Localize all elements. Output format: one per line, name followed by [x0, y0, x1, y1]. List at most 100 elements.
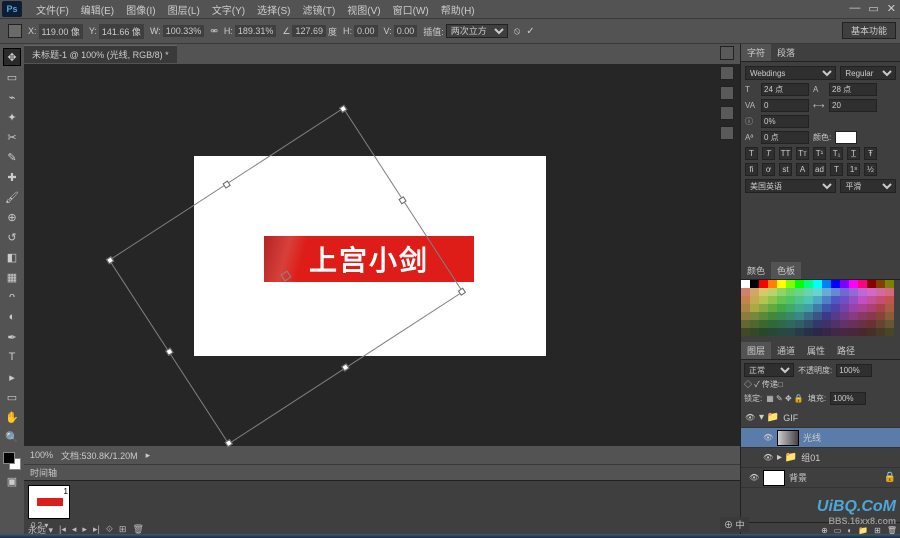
- swatch[interactable]: [849, 328, 858, 336]
- visibility-toggle[interactable]: 👁: [763, 453, 773, 463]
- swatch[interactable]: [858, 288, 867, 296]
- swatch[interactable]: [759, 320, 768, 328]
- fg-bg-colors[interactable]: [3, 452, 21, 470]
- swatch[interactable]: [813, 288, 822, 296]
- swatch[interactable]: [741, 296, 750, 304]
- font-size-input[interactable]: [761, 83, 809, 96]
- swatch[interactable]: [741, 288, 750, 296]
- swatch[interactable]: [777, 328, 786, 336]
- swatch[interactable]: [831, 328, 840, 336]
- menu-图层(L)[interactable]: 图层(L): [162, 2, 206, 17]
- pen-tool[interactable]: ✒: [3, 328, 21, 346]
- italic-button[interactable]: T: [762, 147, 775, 160]
- swatch[interactable]: [795, 328, 804, 336]
- swatch[interactable]: [885, 320, 894, 328]
- zoom-tool[interactable]: 🔍: [3, 428, 21, 446]
- swatch[interactable]: [759, 304, 768, 312]
- move-tool[interactable]: ✥: [3, 48, 21, 66]
- swatch[interactable]: [759, 296, 768, 304]
- swatch[interactable]: [741, 320, 750, 328]
- swatch[interactable]: [795, 280, 804, 288]
- swatch[interactable]: [750, 320, 759, 328]
- heal-tool[interactable]: ✚: [3, 168, 21, 186]
- document-tab[interactable]: 未标题-1 @ 100% (光线, RGB/8) *: [24, 45, 177, 63]
- swatch[interactable]: [741, 304, 750, 312]
- swatch[interactable]: [867, 304, 876, 312]
- dodge-tool[interactable]: ◐: [3, 308, 21, 326]
- wand-tool[interactable]: ✦: [3, 108, 21, 126]
- marquee-tool[interactable]: ▭: [3, 68, 21, 86]
- canvas[interactable]: 上宫小剑: [194, 156, 546, 356]
- swatch[interactable]: [849, 280, 858, 288]
- swatch[interactable]: [876, 280, 885, 288]
- swatch[interactable]: [813, 296, 822, 304]
- swatch[interactable]: [840, 280, 849, 288]
- visibility-toggle[interactable]: 👁: [745, 413, 755, 423]
- layer-item[interactable]: 👁▸ 📁组01: [741, 448, 900, 468]
- swatch[interactable]: [804, 304, 813, 312]
- swatch[interactable]: [759, 312, 768, 320]
- swatch[interactable]: [768, 304, 777, 312]
- swatch[interactable]: [804, 312, 813, 320]
- swatch[interactable]: [858, 320, 867, 328]
- opt-y[interactable]: 141.66 像: [99, 24, 144, 39]
- opt-h[interactable]: 189.31%: [235, 25, 277, 37]
- swatch[interactable]: [831, 280, 840, 288]
- swatch[interactable]: [759, 288, 768, 296]
- gradient-tool[interactable]: ▦: [3, 268, 21, 286]
- lang-select[interactable]: 美国英语: [745, 179, 836, 193]
- blur-tool[interactable]: ᴖ: [3, 288, 21, 306]
- swatch[interactable]: [795, 288, 804, 296]
- swatch[interactable]: [831, 304, 840, 312]
- swatch[interactable]: [777, 312, 786, 320]
- swatch[interactable]: [822, 288, 831, 296]
- swatch[interactable]: [741, 328, 750, 336]
- swatch[interactable]: [876, 328, 885, 336]
- swatch[interactable]: [768, 312, 777, 320]
- swatch[interactable]: [795, 312, 804, 320]
- swatch[interactable]: [813, 312, 822, 320]
- swatch[interactable]: [849, 304, 858, 312]
- swatch[interactable]: [822, 304, 831, 312]
- swatch[interactable]: [867, 328, 876, 336]
- swatch[interactable]: [885, 296, 894, 304]
- layer-item[interactable]: 👁光线: [741, 428, 900, 448]
- swatch[interactable]: [885, 288, 894, 296]
- swatch[interactable]: [777, 304, 786, 312]
- swatch[interactable]: [786, 312, 795, 320]
- tab-paragraph[interactable]: 段落: [771, 44, 801, 61]
- swatch[interactable]: [813, 328, 822, 336]
- menu-文件(F)[interactable]: 文件(F): [30, 2, 75, 17]
- swatch[interactable]: [786, 288, 795, 296]
- swatch[interactable]: [867, 296, 876, 304]
- fill-input[interactable]: [830, 392, 866, 405]
- canvas-viewport[interactable]: 上宫小剑: [24, 64, 740, 446]
- tab-colors[interactable]: 颜色: [741, 262, 771, 279]
- swatch[interactable]: [768, 296, 777, 304]
- menu-滤镜(T)[interactable]: 滤镜(T): [297, 2, 342, 17]
- opacity-input[interactable]: [836, 364, 872, 377]
- swatch[interactable]: [849, 312, 858, 320]
- zoom-level[interactable]: 100%: [30, 450, 53, 460]
- visibility-toggle[interactable]: 👁: [749, 473, 759, 483]
- eraser-tool[interactable]: ◧: [3, 248, 21, 266]
- swatch[interactable]: [750, 280, 759, 288]
- swatch[interactable]: [867, 288, 876, 296]
- stamp-tool[interactable]: ⊕: [3, 208, 21, 226]
- swatch[interactable]: [768, 328, 777, 336]
- brush-tool[interactable]: 🖌: [3, 188, 21, 206]
- swatch[interactable]: [876, 304, 885, 312]
- crop-tool[interactable]: ✂: [3, 128, 21, 146]
- scale-input[interactable]: [761, 115, 809, 128]
- hand-tool[interactable]: ✋: [3, 408, 21, 426]
- swatch[interactable]: [876, 312, 885, 320]
- swatch[interactable]: [849, 288, 858, 296]
- commit-transform-icon[interactable]: ✓: [526, 26, 534, 37]
- swatch[interactable]: [795, 320, 804, 328]
- swatch[interactable]: [840, 296, 849, 304]
- swatch[interactable]: [777, 288, 786, 296]
- aa-select[interactable]: 平滑: [840, 179, 896, 193]
- swatch[interactable]: [750, 312, 759, 320]
- menu-帮助(H)[interactable]: 帮助(H): [435, 2, 481, 17]
- workspace-switcher[interactable]: 基本功能: [842, 22, 896, 39]
